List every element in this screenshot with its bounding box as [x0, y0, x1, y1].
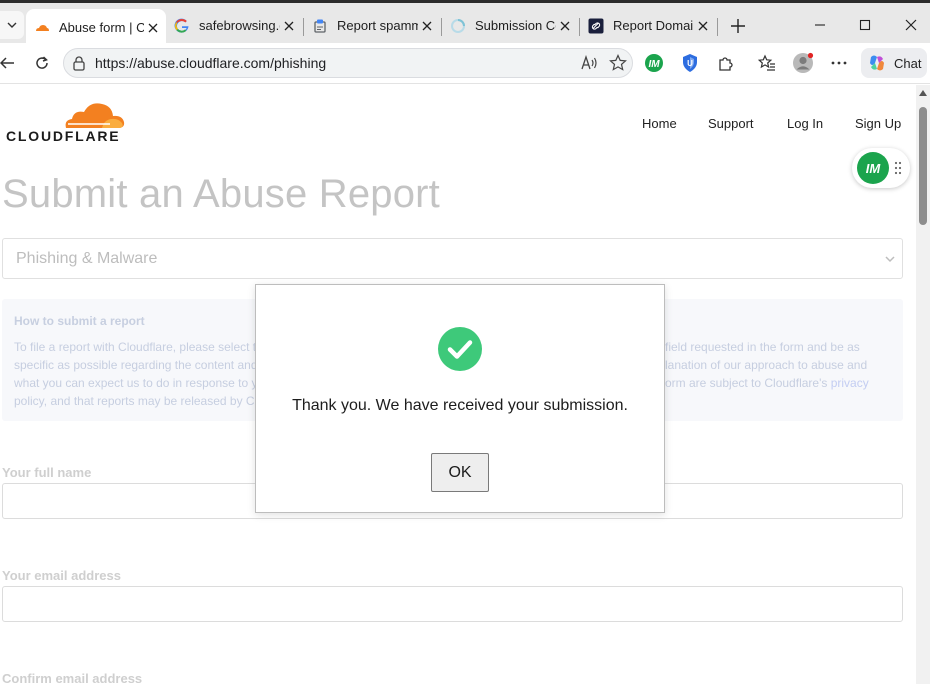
close-icon[interactable]: [144, 19, 162, 37]
tab-title: Submission Cor: [475, 18, 556, 33]
puzzle-icon: [719, 57, 733, 71]
instructions-text: what you can expect us to do in response…: [14, 376, 258, 390]
nav-login-link[interactable]: Log In: [787, 116, 823, 131]
submission-confirmation-dialog: Thank you. We have received your submiss…: [255, 284, 665, 513]
chevron-down-icon: [7, 22, 17, 28]
instructions-text: orm are subject to Cloudflare's privacy: [665, 376, 869, 390]
shield-icon: U: [683, 54, 697, 72]
privacy-policy-link[interactable]: privacy: [831, 376, 869, 390]
nav-home-link[interactable]: Home: [642, 116, 677, 131]
copilot-icon: [870, 55, 884, 71]
url-text[interactable]: https://abuse.cloudflare.com/phishing: [95, 55, 326, 71]
tab-actions-menu[interactable]: [0, 11, 24, 39]
more-icon: [831, 61, 847, 65]
instructions-heading: How to submit a report: [14, 314, 145, 328]
ok-button[interactable]: OK: [431, 453, 489, 492]
extension-im-button[interactable]: IM: [643, 52, 665, 74]
report-type-select[interactable]: Phishing & Malware: [2, 238, 903, 279]
tab-abuse-form[interactable]: Abuse form | Cl: [26, 9, 166, 46]
avatar-icon: [793, 52, 814, 73]
scrollbar-thumb[interactable]: [919, 107, 927, 225]
im-floating-widget[interactable]: IM: [852, 148, 910, 188]
page-scrollbar[interactable]: [916, 85, 930, 684]
im-extension-icon: IM: [645, 54, 663, 72]
close-icon[interactable]: [280, 17, 298, 35]
new-tab-button[interactable]: [728, 16, 748, 36]
nav-support-link[interactable]: Support: [708, 116, 754, 131]
tab-separator: [717, 18, 718, 36]
more-menu-button[interactable]: [828, 52, 850, 74]
maximize-icon: [859, 19, 871, 31]
favorites-button[interactable]: [756, 52, 778, 74]
instructions-text: To file a report with Cloudflare, please…: [14, 340, 257, 354]
drag-handle-icon[interactable]: [894, 161, 902, 175]
extensions-button[interactable]: [715, 52, 737, 74]
nav-signup-link[interactable]: Sign Up: [855, 116, 901, 131]
google-icon: [174, 18, 190, 34]
tab-safebrowsing[interactable]: safebrowsing.g: [166, 9, 302, 42]
favorite-star-icon[interactable]: [609, 54, 627, 72]
instructions-text: field requested in the form and be as: [665, 340, 860, 354]
email-input[interactable]: [2, 586, 903, 622]
tab-report-spammy[interactable]: Report spammy: [304, 9, 440, 42]
read-aloud-icon[interactable]: [581, 54, 599, 72]
browser-toolbar: https://abuse.cloudflare.com/phishing IM…: [0, 43, 930, 84]
instructions-text: policy, and that reports may be released…: [14, 394, 258, 408]
report-icon: [312, 18, 328, 34]
extension-shield-button[interactable]: U: [679, 52, 701, 74]
success-check-icon: [438, 327, 482, 371]
tab-strip: Abuse form | Cl safebrowsing.g Report sp…: [0, 0, 930, 46]
tab-title: safebrowsing.g: [199, 18, 280, 33]
close-window-button[interactable]: [901, 15, 921, 35]
svg-text:U: U: [687, 59, 693, 68]
tab-report-domain[interactable]: Report Domain: [580, 9, 716, 42]
close-icon[interactable]: [556, 17, 574, 35]
maximize-button[interactable]: [855, 15, 875, 35]
close-icon[interactable]: [694, 17, 712, 35]
cloudflare-icon: [34, 20, 50, 36]
close-icon: [905, 19, 917, 31]
dialog-message: Thank you. We have received your submiss…: [292, 397, 628, 414]
tab-title: Abuse form | Cl: [59, 20, 144, 35]
cloudflare-logo[interactable]: CLOUDFLARE: [6, 101, 130, 145]
page-title: Submit an Abuse Report: [2, 172, 440, 216]
plus-icon: [731, 19, 745, 33]
instructions-text: specific as possible regarding the conte…: [14, 358, 258, 372]
tab-title: Report spammy: [337, 18, 418, 33]
logo-wordmark: CLOUDFLARE: [6, 128, 121, 144]
favorites-list-icon: [758, 54, 775, 71]
confirm-email-label: Confirm email address: [2, 671, 143, 684]
report-type-value: Phishing & Malware: [16, 250, 158, 267]
tab-title: Report Domain: [613, 18, 694, 33]
instructions-text: lanation of our approach to abuse and: [665, 358, 868, 372]
loading-icon: [450, 18, 466, 34]
profile-button[interactable]: [792, 52, 814, 74]
full-name-label: Your full name: [2, 465, 92, 480]
minimize-button[interactable]: [810, 15, 830, 35]
im-badge[interactable]: IM: [857, 152, 889, 184]
cloudflare-cloud-icon: [65, 103, 125, 128]
link-icon: [588, 18, 604, 34]
instructions-text: orm are subject to Cloudflare's: [665, 376, 828, 390]
reload-icon: [36, 56, 48, 69]
back-arrow-icon: [0, 57, 14, 69]
lock-icon[interactable]: [71, 55, 87, 71]
svg-text:IM: IM: [648, 59, 660, 70]
copilot-chat-button[interactable]: Chat: [861, 48, 927, 78]
reload-button[interactable]: [31, 52, 53, 74]
address-bar[interactable]: https://abuse.cloudflare.com/phishing: [63, 48, 633, 78]
scroll-up-arrow-icon[interactable]: [919, 89, 927, 97]
minimize-icon: [815, 24, 825, 26]
back-button[interactable]: [0, 52, 18, 74]
close-icon[interactable]: [418, 17, 436, 35]
chat-label: Chat: [894, 55, 922, 71]
tab-submission[interactable]: Submission Cor: [442, 9, 578, 42]
chevron-down-icon: [885, 256, 895, 263]
email-label: Your email address: [2, 568, 121, 583]
